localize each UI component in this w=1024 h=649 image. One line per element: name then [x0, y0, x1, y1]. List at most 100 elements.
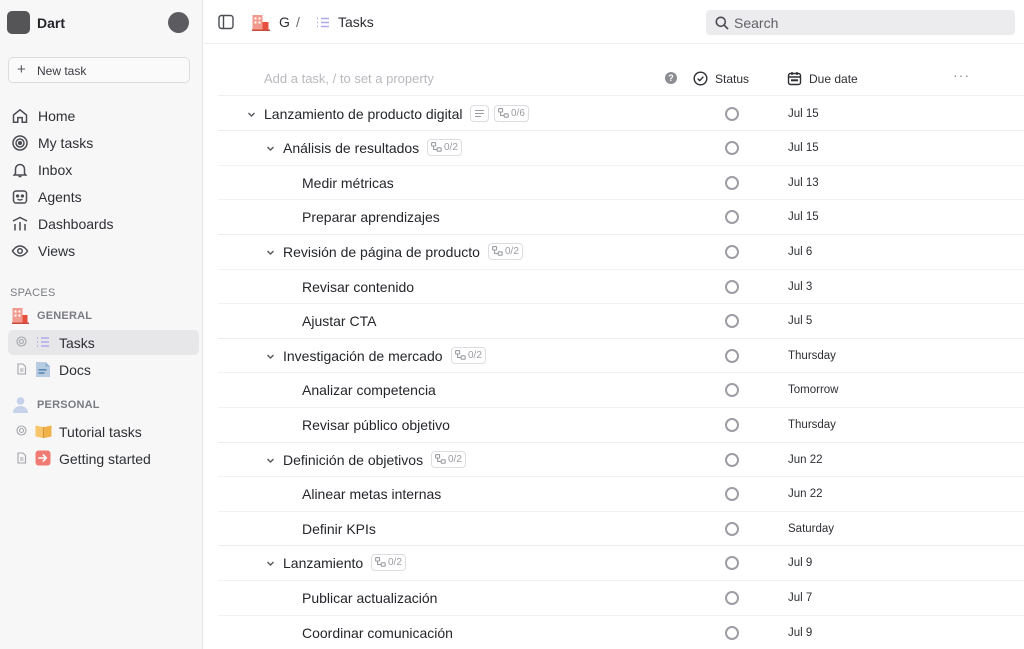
task-title[interactable]: Revisar público objetivo	[302, 417, 450, 433]
new-task-button[interactable]: + New task	[8, 57, 190, 83]
due-date[interactable]: Thursday	[788, 419, 836, 431]
status-indicator[interactable]	[725, 210, 739, 225]
status-indicator[interactable]	[725, 625, 739, 640]
task-title[interactable]: Análisis de resultados	[283, 140, 419, 156]
status-indicator[interactable]	[725, 452, 739, 467]
search-input[interactable]	[734, 13, 1004, 32]
status-indicator[interactable]	[725, 245, 739, 259]
task-row[interactable]: Analizar competencia Tomorrow	[218, 373, 1024, 408]
task-row[interactable]: Investigación de mercado 0/2 Thursday	[218, 339, 1024, 374]
task-row[interactable]: Preparar aprendizajes Jul 15	[218, 200, 1024, 235]
due-date[interactable]: Thursday	[788, 350, 836, 362]
status-indicator[interactable]	[725, 314, 739, 329]
add-task-input[interactable]: Add a task, / to set a property	[264, 71, 434, 86]
chevron-down-icon[interactable]	[265, 247, 276, 258]
due-date[interactable]: Jul 15	[788, 211, 819, 223]
building-icon[interactable]	[252, 14, 271, 31]
task-title[interactable]: Investigación de mercado	[283, 348, 443, 364]
due-date[interactable]: Jul 15	[788, 108, 819, 120]
task-title[interactable]: Coordinar comunicación	[302, 625, 453, 641]
sidebar-item-home[interactable]: Home	[10, 105, 196, 127]
task-title[interactable]: Lanzamiento	[283, 555, 363, 571]
sidebar-toggle-icon[interactable]	[218, 14, 234, 30]
subtask-count-badge[interactable]: 0/2	[451, 346, 486, 364]
task-row[interactable]: Revisión de página de producto 0/2 Jul 6	[218, 235, 1024, 270]
due-date[interactable]: Jul 7	[788, 592, 812, 604]
space-personal[interactable]: PERSONAL	[12, 396, 192, 414]
due-date[interactable]: Jul 5	[788, 315, 812, 327]
task-title[interactable]: Ajustar CTA	[302, 313, 376, 329]
task-title[interactable]: Definir KPIs	[302, 521, 376, 537]
task-title[interactable]: Preparar aprendizajes	[302, 209, 440, 225]
space-item-tutorial-tasks[interactable]: Tutorial tasks	[8, 419, 199, 444]
status-indicator[interactable]	[725, 175, 739, 190]
due-date[interactable]: Jul 15	[788, 142, 819, 154]
user-avatar[interactable]	[168, 12, 189, 33]
due-date[interactable]: Jul 6	[788, 246, 812, 258]
space-item-getting-started[interactable]: Getting started	[8, 446, 199, 471]
chevron-down-icon[interactable]	[265, 558, 276, 569]
task-title[interactable]: Revisión de página de producto	[283, 244, 480, 260]
task-row[interactable]: Coordinar comunicación Jul 9	[218, 616, 1024, 649]
subtask-count-badge[interactable]: 0/2	[431, 450, 466, 468]
task-title[interactable]: Publicar actualización	[302, 590, 437, 606]
due-date[interactable]: Jun 22	[788, 454, 823, 466]
task-title[interactable]: Definición de objetivos	[283, 452, 423, 468]
sidebar-item-dashboards[interactable]: Dashboards	[10, 213, 196, 235]
chevron-down-icon[interactable]	[265, 143, 276, 154]
task-title[interactable]: Alinear metas internas	[302, 486, 441, 502]
task-row[interactable]: Revisar contenido Jul 3	[218, 270, 1024, 305]
task-row[interactable]: Publicar actualización Jul 7	[218, 581, 1024, 616]
chevron-down-icon[interactable]	[246, 109, 257, 120]
status-indicator[interactable]	[725, 141, 739, 156]
task-row[interactable]: Revisar público objetivo Thursday	[218, 408, 1024, 443]
status-indicator[interactable]	[725, 591, 739, 605]
sidebar-item-inbox[interactable]: Inbox	[10, 159, 196, 181]
space-item-docs[interactable]: Docs	[8, 357, 199, 382]
status-indicator[interactable]	[725, 556, 739, 571]
chevron-down-icon[interactable]	[265, 351, 276, 362]
due-date[interactable]: Jul 3	[788, 281, 812, 293]
status-indicator[interactable]	[725, 487, 739, 502]
task-row[interactable]: Análisis de resultados 0/2 Jul 15	[218, 131, 1024, 166]
task-row[interactable]: Lanzamiento de producto digital 0/6 Jul 15	[218, 97, 1024, 132]
search-box[interactable]	[706, 10, 1015, 35]
breadcrumb-page[interactable]: Tasks	[338, 14, 374, 30]
task-row[interactable]: Definir KPIs Saturday	[218, 512, 1024, 547]
subtask-count-badge[interactable]: 0/2	[371, 554, 406, 572]
status-indicator[interactable]	[725, 348, 739, 363]
task-row[interactable]: Alinear metas internas Jun 22	[218, 477, 1024, 512]
status-indicator[interactable]	[725, 106, 739, 121]
more-options-icon[interactable]: ···	[953, 67, 970, 83]
task-title[interactable]: Medir métricas	[302, 175, 394, 191]
status-indicator[interactable]	[725, 418, 739, 432]
description-badge[interactable]	[470, 104, 489, 122]
status-indicator[interactable]	[725, 279, 739, 294]
task-row[interactable]: Medir métricas Jul 13	[218, 166, 1024, 201]
sidebar-item-views[interactable]: Views	[10, 240, 196, 262]
due-date[interactable]: Jul 9	[788, 627, 812, 639]
task-title[interactable]: Analizar competencia	[302, 382, 436, 398]
subtask-count-badge[interactable]: 0/6	[494, 104, 529, 122]
task-row[interactable]: Definición de objetivos 0/2 Jun 22	[218, 443, 1024, 478]
sidebar-item-agents[interactable]: Agents	[10, 186, 196, 208]
space-item-tasks[interactable]: Tasks	[8, 330, 199, 355]
due-date[interactable]: Jun 22	[788, 488, 823, 500]
task-title[interactable]: Revisar contenido	[302, 279, 414, 295]
subtask-count-badge[interactable]: 0/2	[427, 139, 462, 157]
due-date[interactable]: Jul 13	[788, 177, 819, 189]
status-indicator[interactable]	[725, 383, 739, 398]
due-date[interactable]: Tomorrow	[788, 384, 838, 396]
help-icon[interactable]: ?	[665, 72, 677, 84]
task-row[interactable]: Lanzamiento 0/2 Jul 9	[218, 546, 1024, 581]
space-general[interactable]: GENERAL	[12, 307, 192, 325]
task-row[interactable]: Ajustar CTA Jul 5	[218, 304, 1024, 339]
due-date[interactable]: Saturday	[788, 523, 834, 535]
status-indicator[interactable]	[725, 521, 739, 536]
workspace-switcher[interactable]: Dart	[7, 11, 197, 35]
task-title[interactable]: Lanzamiento de producto digital	[264, 106, 462, 122]
sidebar-item-my-tasks[interactable]: My tasks	[10, 132, 196, 154]
due-date[interactable]: Jul 9	[788, 557, 812, 569]
chevron-down-icon[interactable]	[265, 455, 276, 466]
subtask-count-badge[interactable]: 0/2	[488, 243, 523, 260]
